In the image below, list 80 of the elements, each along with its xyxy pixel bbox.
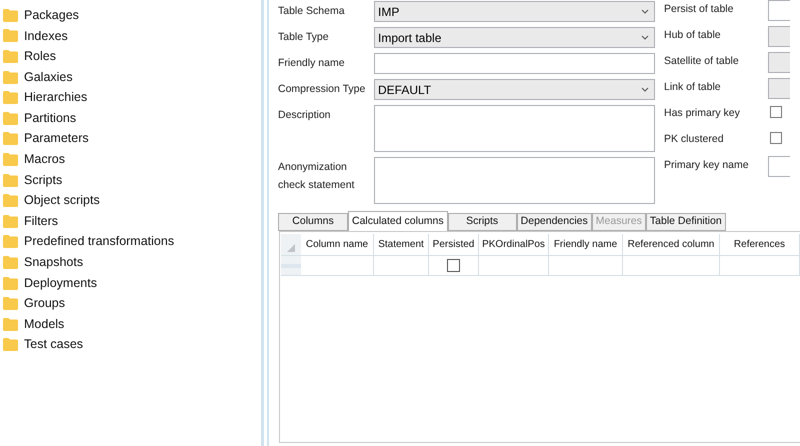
field-label: Table Schema [278,4,346,19]
field-label: PK clustered [664,132,725,147]
folder-icon [3,256,18,269]
checkbox[interactable] [770,132,782,144]
field-label: Anonymization check statement [278,160,356,193]
tree-item[interactable]: Snapshots [3,252,260,273]
input-field[interactable] [768,0,790,21]
column-header[interactable]: Statement [374,234,429,255]
dropdown[interactable] [768,26,790,47]
folder-icon [3,318,18,331]
checkbox[interactable] [447,259,460,272]
input-field[interactable] [374,53,655,74]
chevron-down-icon [641,87,649,92]
tree-item[interactable]: Roles [3,46,260,67]
folder-icon [3,29,18,42]
folder-icon [3,235,18,248]
tree-item[interactable]: Groups [3,293,260,314]
dropdown[interactable]: Import table [374,27,655,48]
column-header[interactable]: Column name [301,234,374,255]
column-header[interactable]: References [720,234,800,255]
text-area[interactable] [374,157,655,204]
folder-icon [3,112,18,125]
folder-icon [3,338,18,352]
field-label: Hub of table [664,28,722,43]
column-header[interactable]: PKOrdinalPos [479,234,549,255]
tab[interactable]: Table Definition [646,213,726,231]
tab[interactable]: Columns [278,213,348,231]
dropdown[interactable]: IMP [374,1,655,22]
tree-item[interactable]: Macros [3,149,260,170]
tree-item[interactable]: Filters [3,210,260,232]
folder-icon [3,174,18,187]
row-header[interactable] [281,256,301,275]
folder-icon [3,297,18,310]
tree-item[interactable]: Indexes [3,26,260,46]
chevron-down-icon [641,9,649,14]
tab[interactable]: Scripts [448,213,517,231]
tree-item[interactable]: Hierarchies [3,87,260,108]
field-label: Persist of table [664,2,734,17]
dropdown[interactable] [768,52,790,73]
dropdown[interactable] [768,78,790,99]
field-label: Satellite of table [664,54,740,69]
tree-item[interactable]: Packages [3,5,260,26]
column-header[interactable]: Persisted [429,234,479,255]
column-header[interactable]: Friendly name [549,234,623,255]
tree-item[interactable]: Test cases [3,334,260,356]
tree-item[interactable]: Models [3,314,260,334]
checkbox[interactable] [770,106,782,118]
tab[interactable]: Calculated columns [348,211,448,231]
folder-icon [3,8,18,22]
field-label: Table Type [278,30,330,45]
tree-item[interactable]: Galaxies [3,66,260,88]
tab[interactable]: Dependencies [516,213,592,231]
folder-icon [3,214,18,228]
folder-icon [3,276,18,290]
folder-icon [3,70,18,84]
tree-item[interactable]: Object scripts [3,190,260,211]
column-header[interactable]: Referenced column [623,234,720,255]
tree-item[interactable]: Scripts [3,170,260,190]
chevron-down-icon [641,35,649,40]
folder-icon [3,132,18,146]
grid-corner[interactable] [281,234,301,255]
tree-item[interactable]: Partitions [3,108,260,129]
text-area[interactable] [374,105,655,152]
folder-icon [3,194,18,208]
splitter[interactable] [261,0,269,446]
field-label: Primary key name [664,158,750,173]
folder-icon [3,91,18,104]
tree-item[interactable]: Predefined transformations [3,232,260,252]
input-field[interactable] [768,156,790,177]
field-label: Has primary key [664,106,741,121]
corner-triangle-icon [287,244,295,252]
field-label: Friendly name [278,56,346,71]
field-label: Link of table [664,80,722,95]
dropdown[interactable]: DEFAULT [374,79,655,100]
folder-icon [3,50,18,63]
field-label: Description [278,108,332,123]
tree-item[interactable]: Parameters [3,128,260,150]
tree-item[interactable]: Deployments [3,272,260,294]
folder-icon [3,152,18,166]
field-label: Compression Type [278,82,366,97]
